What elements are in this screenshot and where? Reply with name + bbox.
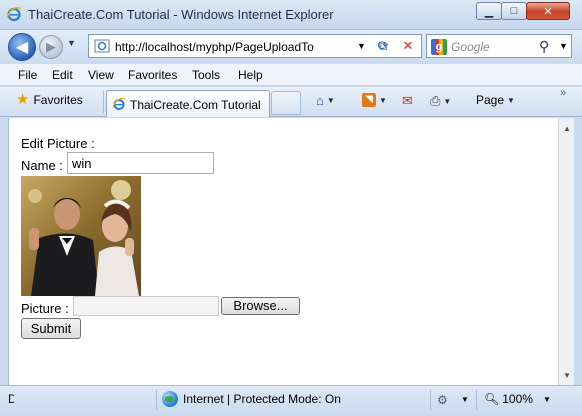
chevron-down-icon[interactable]: ▼ — [543, 395, 551, 404]
arrow-right-icon: ▶ — [46, 39, 56, 54]
chevron-down-icon[interactable]: ▼ — [379, 96, 387, 105]
favorites-button[interactable]: ★ Favorites — [16, 91, 83, 108]
scroll-up-icon[interactable]: ▲ — [559, 120, 575, 136]
chevron-down-icon[interactable]: ▼ — [461, 395, 469, 404]
status-divider — [430, 390, 431, 410]
name-input[interactable] — [67, 152, 214, 174]
zone-text: Internet | Protected Mode: On — [183, 392, 341, 406]
tab-label: ThaiCreate.Com Tutorial — [130, 98, 261, 112]
new-tab-button[interactable] — [271, 91, 301, 115]
menu-edit[interactable]: Edit — [52, 68, 73, 82]
picture-label: Picture : — [21, 301, 69, 316]
tab-bar: ★ Favorites ThaiCreate.Com Tutorial ⌂ ▼ ◥… — [0, 87, 582, 117]
back-button[interactable]: ◀ — [8, 33, 36, 61]
submit-button[interactable]: Submit — [21, 318, 81, 339]
title-bar: ThaiCreate.Com Tutorial - Windows Intern… — [0, 0, 582, 30]
arrow-left-icon: ◀ — [15, 39, 29, 56]
close-icon: ✕ — [543, 5, 553, 18]
status-divider — [476, 390, 477, 410]
recent-pages-dropdown[interactable]: ▼ — [67, 38, 76, 48]
stop-icon[interactable]: ✕ — [398, 37, 418, 55]
refresh-button[interactable]: ⟳ — [373, 37, 393, 55]
maximize-button[interactable]: □ — [501, 2, 527, 20]
feeds-button[interactable]: ◥ ▼ — [362, 93, 387, 107]
window-frame-right — [574, 118, 582, 385]
globe-icon — [162, 391, 178, 407]
zoom-control[interactable]: 🔍︎ 100% — [484, 392, 533, 406]
page-menu-button[interactable]: Page ▼ — [476, 93, 515, 107]
read-mail-button[interactable]: ✉ — [402, 93, 413, 109]
menu-bar: File Edit View Favorites Tools Help — [0, 64, 582, 86]
menu-help[interactable]: Help — [238, 68, 263, 82]
security-zone[interactable]: Internet | Protected Mode: On — [162, 391, 341, 407]
minimize-button[interactable]: ▁ — [476, 2, 502, 20]
printer-icon: ⎙ — [430, 93, 441, 108]
google-icon: g — [431, 39, 447, 55]
chevron-down-icon: ▼ — [507, 95, 515, 105]
scroll-down-icon[interactable]: ▼ — [559, 367, 575, 383]
page-menu-label: Page — [476, 93, 505, 107]
window-frame-left — [0, 118, 8, 385]
status-text: D — [8, 392, 14, 406]
vertical-scrollbar[interactable]: ▲ ▼ — [558, 118, 574, 385]
url-text[interactable]: http://localhost/myphp/PageUploadTo — [115, 40, 345, 54]
search-box[interactable]: g Google ⚲ ▼ — [426, 34, 572, 58]
home-icon: ⌂ — [316, 93, 324, 108]
chevron-down-icon[interactable]: ▼ — [327, 96, 335, 105]
ie-page-icon — [112, 97, 126, 110]
window-title: ThaiCreate.Com Tutorial - Windows Intern… — [28, 7, 334, 22]
address-bar[interactable]: http://localhost/myphp/PageUploadTo ▼ ⧉ … — [88, 34, 422, 58]
toolbar-divider — [103, 91, 104, 113]
protected-mode-icon[interactable]: ⚙ — [437, 393, 448, 407]
menu-view[interactable]: View — [88, 68, 114, 82]
file-path-field[interactable] — [73, 296, 219, 316]
search-placeholder[interactable]: Google — [451, 40, 490, 54]
star-icon: ★ — [16, 91, 30, 108]
zoom-icon: 🔍︎ — [484, 392, 500, 406]
menu-favorites[interactable]: Favorites — [128, 68, 177, 82]
status-divider — [156, 390, 157, 410]
menu-file[interactable]: File — [18, 68, 37, 82]
print-button[interactable]: ⎙ ▼ — [430, 93, 451, 109]
status-bar: D Internet | Protected Mode: On ⚙ ▼ 🔍︎ 1… — [0, 385, 582, 416]
close-button[interactable]: ✕ — [526, 2, 570, 20]
chevron-down-icon[interactable]: ▼ — [443, 97, 451, 106]
page-content: Edit Picture : Name : Picture : Browse..… — [8, 118, 558, 385]
search-icon[interactable]: ⚲ — [539, 38, 549, 55]
home-button[interactable]: ⌂ ▼ — [316, 93, 335, 108]
zoom-level: 100% — [502, 392, 533, 406]
forward-button[interactable]: ▶ — [39, 35, 63, 59]
address-dropdown-icon[interactable]: ▼ — [357, 41, 366, 51]
tab-active[interactable]: ThaiCreate.Com Tutorial — [106, 90, 270, 117]
page-icon — [94, 39, 110, 53]
toolbar-overflow-icon[interactable]: » — [560, 87, 566, 99]
maximize-icon: □ — [510, 5, 518, 17]
favorites-label: Favorites — [33, 93, 83, 107]
rss-icon: ◥ — [362, 93, 376, 107]
edit-picture-heading: Edit Picture : — [21, 136, 95, 151]
ie-logo-icon — [6, 7, 22, 22]
search-dropdown-icon[interactable]: ▼ — [559, 41, 568, 51]
mail-icon: ✉ — [402, 93, 413, 108]
menu-tools[interactable]: Tools — [192, 68, 220, 82]
uploaded-photo — [21, 176, 141, 296]
minimize-icon: ▁ — [484, 5, 494, 18]
browse-button[interactable]: Browse... — [221, 297, 300, 315]
name-label: Name : — [21, 158, 63, 173]
